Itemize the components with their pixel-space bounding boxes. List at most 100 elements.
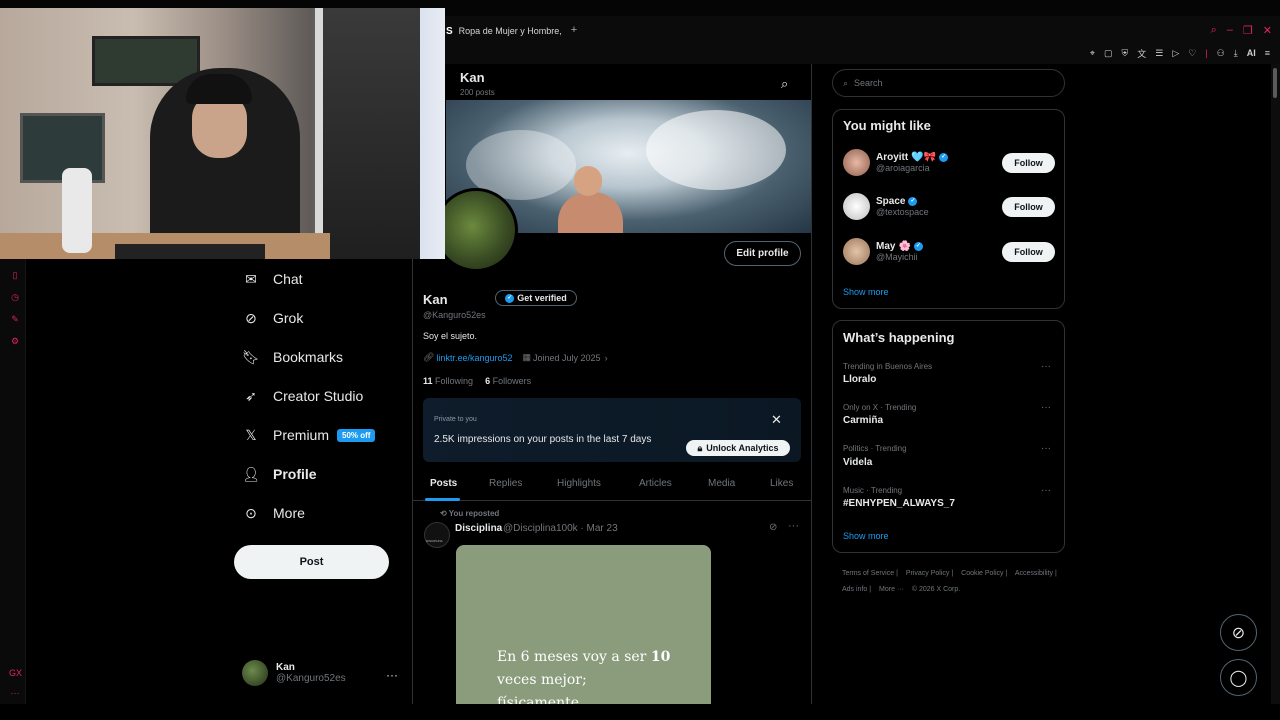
bookmark-icon[interactable]: ▯ (9, 270, 21, 281)
nav-chat[interactable]: ✉ Chat (243, 271, 303, 288)
tweet-avatar-text: DISCIPLINA (426, 539, 443, 543)
shield-icon[interactable]: ⛨ (1121, 48, 1128, 59)
tab-likes[interactable]: Likes (770, 478, 793, 489)
close-icon[interactable]: ✕ (1263, 24, 1272, 37)
pin-icon[interactable]: ⌖ (1090, 48, 1095, 59)
messages-float-button[interactable]: ◯ (1220, 659, 1257, 696)
profile-icon[interactable]: ⚇ (1217, 48, 1225, 59)
page-scrollbar[interactable] (1271, 64, 1280, 704)
translate-icon[interactable]: 文 (1137, 47, 1146, 60)
suggestion-name: Space ✓ (876, 196, 918, 207)
tweet-image-bold: 10 (650, 649, 671, 665)
minimize-icon[interactable]: – (1227, 24, 1233, 37)
nav-creator-studio[interactable]: ➶ Creator Studio (243, 388, 364, 405)
nav-grok[interactable]: ⊘ Grok (243, 310, 303, 327)
new-tab-button[interactable]: + (568, 24, 580, 36)
followers-link[interactable]: 6 Followers (485, 376, 531, 386)
profile-link[interactable]: linktr.ee/kanguro52 (436, 353, 512, 363)
ai-button[interactable]: AI (1247, 48, 1256, 58)
person-icon: 👤︎ (242, 465, 260, 482)
edit-profile-button[interactable]: Edit profile (724, 241, 801, 266)
more-icon[interactable]: ··· (9, 688, 21, 698)
footer-link[interactable]: Accessibility | (1015, 570, 1057, 577)
trend-name[interactable]: Videla (843, 457, 872, 468)
tweet-avatar[interactable]: DISCIPLINA (424, 522, 450, 548)
account-handle: @Kanguro52es (276, 673, 346, 684)
footer-link[interactable]: Ads info | (842, 586, 871, 593)
following-link[interactable]: 11 Following (423, 376, 473, 386)
suggestion-handle: @Mayichii (876, 252, 918, 262)
tab-highlights[interactable]: Highlights (557, 478, 601, 489)
trend-name[interactable]: Lloralo (843, 374, 876, 385)
scrollbar-thumb[interactable] (1273, 68, 1277, 98)
suggestion-row[interactable]: Space ✓ @textospace (843, 193, 929, 220)
unlock-analytics-button[interactable]: 🔒︎ Unlock Analytics (686, 440, 790, 456)
menu-icon[interactable]: ≡ (1265, 48, 1270, 58)
nav-profile[interactable]: 👤︎ Profile (242, 465, 316, 483)
tab-articles[interactable]: Articles (639, 478, 672, 489)
footer-link[interactable]: Terms of Service | (842, 570, 898, 577)
grok-float-button[interactable]: ⊘ (1220, 614, 1257, 651)
nav-label: Chat (273, 271, 303, 287)
trend-name[interactable]: Carmiña (843, 415, 883, 426)
close-icon[interactable]: ✕ (771, 412, 782, 428)
heart-icon[interactable]: ♡ (1188, 48, 1196, 59)
tweet-handle-date[interactable]: @Disciplina100k · Mar 23 (503, 523, 618, 534)
history-icon[interactable]: ◷ (9, 292, 21, 303)
get-verified-button[interactable]: ✓ Get verified (495, 290, 577, 306)
verified-icon: ✓ (913, 242, 923, 251)
nav-label: Premium (273, 427, 330, 443)
screenshot-icon[interactable]: ▢ (1104, 48, 1113, 59)
profile-avatar[interactable] (434, 188, 518, 272)
trend-more-icon[interactable]: ··· (1041, 361, 1051, 372)
footer-link[interactable]: Privacy Policy | (906, 570, 953, 577)
reader-icon[interactable]: ☰ (1155, 48, 1163, 59)
profile-search-icon[interactable]: ⌕ (781, 76, 788, 92)
nav-bookmarks[interactable]: 🔖︎ Bookmarks (242, 349, 343, 366)
avatar (843, 193, 870, 220)
trend-more-icon[interactable]: ··· (1041, 443, 1051, 454)
tab-posts[interactable]: Posts (430, 478, 457, 489)
suggestion-row[interactable]: Aroyitt 🩵🎀 ✓ @aroiagarcia (843, 149, 949, 176)
nav-label: Creator Studio (273, 388, 364, 404)
premium-discount-badge: 50% off (337, 428, 376, 442)
trend-more-icon[interactable]: ··· (1041, 485, 1051, 496)
tab-replies[interactable]: Replies (489, 478, 522, 489)
download-icon[interactable]: ⤓ (1234, 48, 1238, 59)
chevron-right-icon[interactable]: › (605, 353, 608, 363)
account-switcher[interactable]: Kan @Kanguro52es (242, 660, 346, 686)
account-more-icon[interactable]: ··· (386, 668, 398, 682)
restore-icon[interactable]: ❐ (1243, 24, 1253, 37)
post-button[interactable]: Post (234, 545, 389, 579)
window-controls: ⌕ – ❐ ✕ (1211, 24, 1272, 37)
follow-button[interactable]: Follow (1002, 242, 1055, 262)
follow-button[interactable]: Follow (1002, 197, 1055, 217)
profile-handle: @Kanguro52es (423, 310, 486, 320)
nav-premium[interactable]: 𝕏 Premium 50% off (243, 427, 376, 443)
footer-link[interactable]: Cookie Policy | (961, 570, 1007, 577)
more-circle-icon: ⊙ (245, 504, 257, 521)
show-more-link[interactable]: Show more (843, 531, 889, 541)
tab-media[interactable]: Media (708, 478, 735, 489)
repost-note: ⟲ You reposted (440, 509, 499, 518)
cam-bottle (62, 168, 92, 253)
gx-icon[interactable]: GX (9, 668, 22, 678)
unlock-analytics-label: Unlock Analytics (706, 443, 779, 453)
search-icon[interactable]: ⌕ (1211, 24, 1217, 37)
trend-name[interactable]: #ENHYPEN_ALWAYS_7 (843, 498, 955, 509)
grok-icon[interactable]: ⊘ (769, 522, 777, 533)
verified-icon: ✓ (939, 153, 949, 162)
suggestion-row[interactable]: May 🌸 ✓ @Mayichii (843, 238, 923, 265)
notes-icon[interactable]: ✎ (9, 314, 21, 325)
search-input[interactable]: ⌕ Search (832, 69, 1065, 97)
follow-button[interactable]: Follow (1002, 153, 1055, 173)
footer-link[interactable]: More ··· (879, 586, 906, 593)
settings-icon[interactable]: ⚙ (9, 336, 21, 347)
trend-more-icon[interactable]: ··· (1041, 402, 1051, 413)
play-icon[interactable]: ▷ (1172, 48, 1179, 59)
show-more-link[interactable]: Show more (843, 287, 889, 297)
nav-more[interactable]: ⊙ More (243, 504, 305, 522)
tweet-more-icon[interactable]: ··· (788, 520, 799, 532)
tweet-author-name[interactable]: Disciplina (455, 523, 502, 534)
browser-tab[interactable]: S Ropa de Mujer y Hombre, (446, 21, 562, 41)
